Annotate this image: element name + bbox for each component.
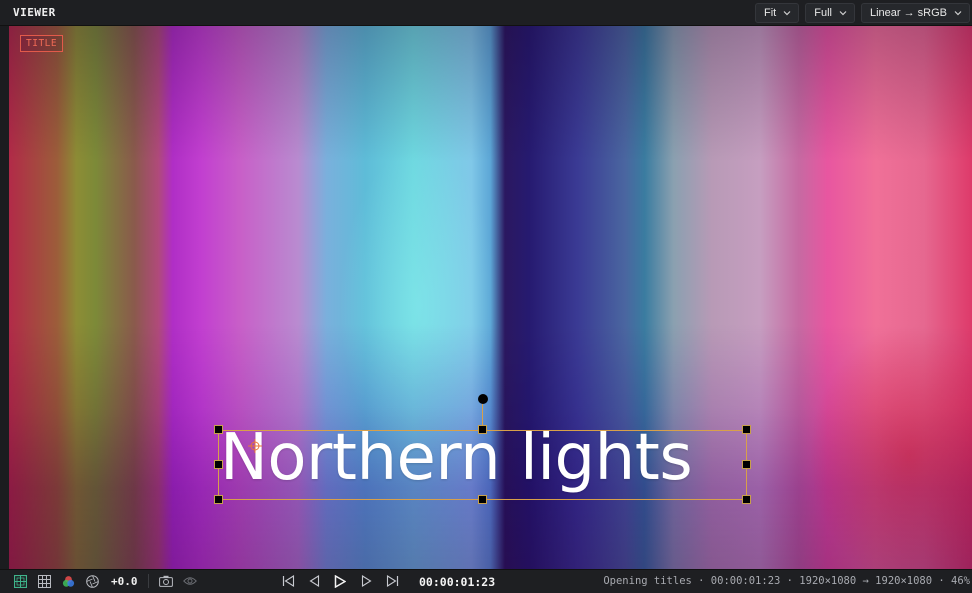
selection-box[interactable]: [218, 430, 747, 500]
transform-handle-bottom-center[interactable]: [478, 495, 487, 504]
display-tools: +0.0: [13, 574, 197, 588]
camera-icon[interactable]: [158, 574, 173, 588]
transform-handle-top-right[interactable]: [742, 425, 751, 434]
status-readout: Opening titles · 00:00:01:23 · 1920×1080…: [603, 575, 970, 587]
play-icon[interactable]: [333, 574, 347, 588]
transform-handle-middle-left[interactable]: [214, 460, 223, 469]
zoom-dropdown[interactable]: Fit: [755, 2, 800, 23]
transform-handle-top-center[interactable]: [478, 425, 487, 434]
color-transform-dropdown[interactable]: Linear → sRGB: [860, 2, 970, 23]
eye-icon[interactable]: [182, 574, 197, 588]
transform-handle-bottom-right[interactable]: [742, 495, 751, 504]
viewer-header: VIEWER Fit Full Linear → sRGB: [0, 0, 972, 26]
skip-start-icon[interactable]: [281, 574, 295, 588]
rotation-handle[interactable]: [478, 394, 488, 404]
skip-end-icon[interactable]: [385, 574, 399, 588]
step-back-icon[interactable]: [307, 574, 321, 588]
grid-icon[interactable]: [37, 574, 51, 588]
viewer-canvas[interactable]: TITLE Northern lights: [9, 26, 972, 569]
anchor-point-icon[interactable]: [248, 439, 262, 453]
chevron-down-icon: [954, 9, 962, 17]
color-transform-value: Linear → sRGB: [869, 6, 947, 19]
viewer-toolbar: +0.0 00:00:01:23 Opening titles · 00:00:…: [0, 569, 972, 593]
layer-tag: TITLE: [20, 35, 64, 52]
chevron-down-icon: [839, 9, 847, 17]
exposure-value[interactable]: +0.0: [111, 575, 138, 588]
resolution-dropdown[interactable]: Full: [805, 2, 855, 23]
viewer-controls: Fit Full Linear → sRGB: [755, 2, 970, 23]
timecode-display[interactable]: 00:00:01:23: [419, 575, 495, 589]
aperture-icon[interactable]: [85, 574, 99, 588]
transport-controls: [281, 574, 399, 588]
transform-handle-bottom-left[interactable]: [214, 495, 223, 504]
transform-handle-middle-right[interactable]: [742, 460, 751, 469]
zoom-value: Fit: [764, 6, 777, 19]
color-channels-icon[interactable]: [61, 574, 75, 588]
resolution-value: Full: [814, 6, 832, 19]
chevron-down-icon: [783, 9, 791, 17]
transform-handle-top-left[interactable]: [214, 425, 223, 434]
safe-area-icon[interactable]: [13, 574, 27, 588]
toolbar-divider: [147, 574, 149, 588]
panel-title: VIEWER: [13, 6, 56, 19]
step-forward-icon[interactable]: [359, 574, 373, 588]
